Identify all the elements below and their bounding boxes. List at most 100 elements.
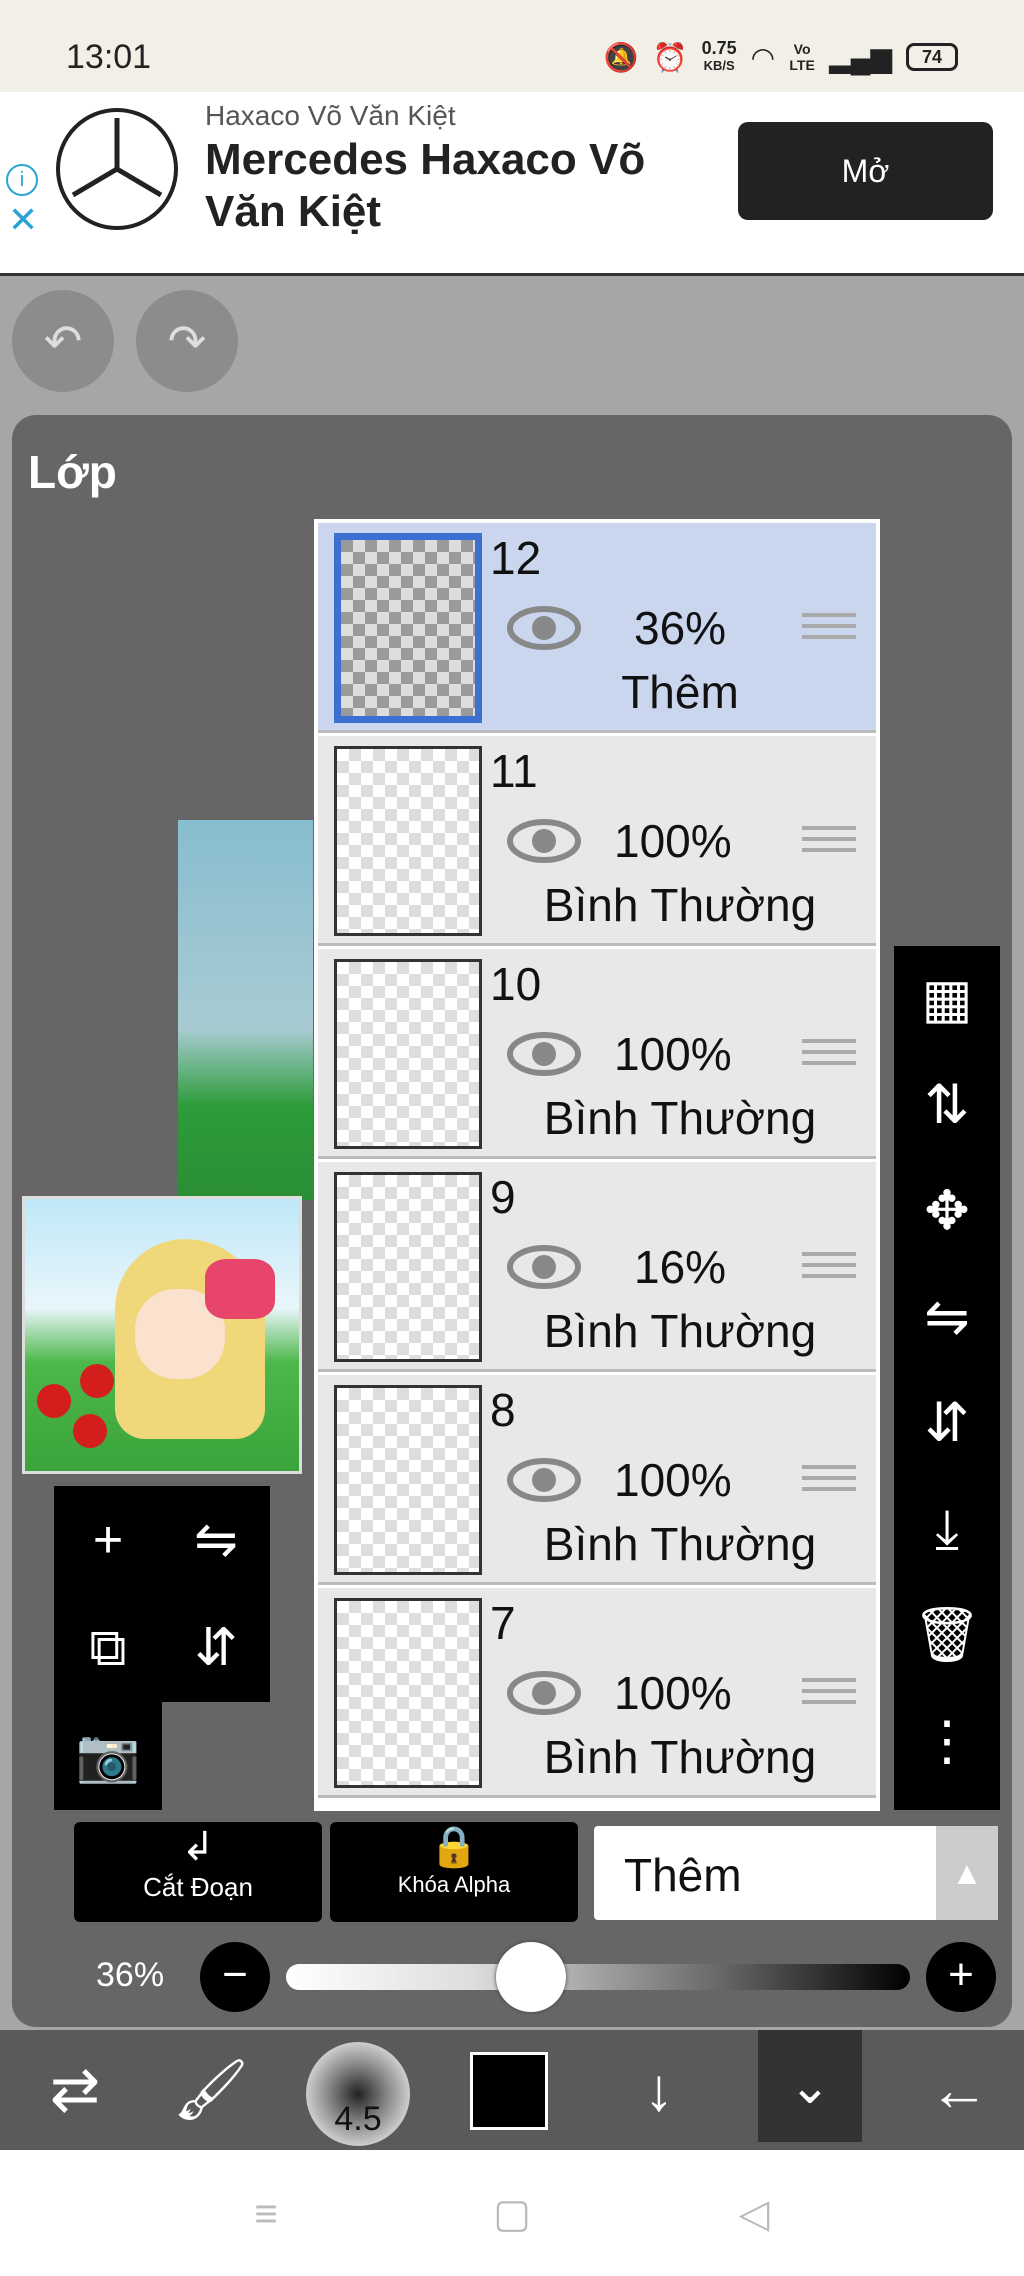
swap-layers-icon[interactable]: ⇅ (894, 1052, 1000, 1158)
close-icon[interactable]: ✕ (8, 202, 38, 238)
ad-banner[interactable]: i ✕ Haxaco Võ Văn Kiệt Mercedes Haxaco V… (0, 92, 1024, 276)
layer-blend-mode: Bình Thường (543, 1518, 817, 1570)
layer-row[interactable]: 10 100% Bình Thường (318, 949, 876, 1159)
arrow-down-icon[interactable]: ↓ (584, 2030, 734, 2150)
panel-title: Lớp (28, 446, 117, 498)
status-bar: 13:01 🔕 ⏰ 0.75 KB/S ◠ Vo LTE ▂▄▆ 74 (0, 0, 1024, 92)
bottom-toolbar: ⇄ 🖌 4.5 ↓ ⌄ ← (0, 2030, 1024, 2150)
layer-number: 10 (490, 958, 542, 1010)
opacity-decrease-button[interactable]: − (200, 1942, 270, 2012)
layer-thumbnail (334, 533, 482, 723)
blend-mode-value: Thêm (624, 1849, 742, 1901)
layer-number: 11 (490, 745, 538, 797)
info-icon[interactable]: i (6, 164, 38, 196)
more-vertical-icon[interactable]: ⋮ (894, 1688, 1000, 1794)
layer-thumbnail (334, 1172, 482, 1362)
eye-icon[interactable] (506, 1244, 582, 1290)
triangle-up-icon[interactable]: ▲ (936, 1826, 998, 1920)
alpha-lock-label: Khóa Alpha (397, 1872, 511, 1897)
menu-icon[interactable]: ≡ (236, 2190, 296, 2238)
wifi-icon: ◠ (750, 41, 776, 73)
layer-blend-mode: Bình Thường (543, 1731, 817, 1783)
layer-blend-mode: Bình Thường (543, 879, 817, 931)
drag-handle-icon[interactable] (802, 613, 856, 653)
layer-blend-mode: Bình Thường (543, 1305, 817, 1357)
tool-switch-icon[interactable]: ⇄ (0, 2030, 150, 2150)
layer-row[interactable]: 8 100% Bình Thường (318, 1375, 876, 1585)
opacity-slider[interactable] (286, 1964, 910, 1990)
eye-icon[interactable] (506, 1670, 582, 1716)
flip-horizontal-button[interactable]: ⇋ (162, 1486, 270, 1594)
undo-icon: ↶ (43, 315, 83, 367)
layer-row[interactable]: 9 16% Bình Thường (318, 1162, 876, 1372)
eye-icon[interactable] (506, 1031, 582, 1077)
alpha-lock-button[interactable]: 🔒 Khóa Alpha (330, 1822, 578, 1922)
layer-number: 7 (490, 1597, 516, 1649)
merge-down-icon[interactable]: ⤓ (894, 1476, 1000, 1582)
layer-tools: + ⇋ ⧉ ⇵ 📷 (54, 1486, 270, 1810)
trash-icon[interactable]: 🗑 (894, 1582, 1000, 1688)
eye-icon[interactable] (506, 605, 582, 651)
add-layer-button[interactable]: + (54, 1486, 162, 1594)
alarm-icon: ⏰ (652, 41, 688, 73)
ad-headline[interactable]: Mercedes Haxaco Võ Văn Kiệt (205, 134, 705, 238)
canvas-preview[interactable] (22, 1196, 302, 1474)
layer-thumbnail (334, 959, 482, 1149)
layer-opacity: 100% (614, 1667, 732, 1719)
redo-icon: ↷ (167, 315, 207, 367)
camera-button[interactable]: 📷 (54, 1702, 162, 1810)
status-icons: 🔕 ⏰ 0.75 KB/S ◠ Vo LTE ▂▄▆ 74 (604, 38, 958, 74)
layers-button[interactable]: ⌄ (758, 2030, 862, 2142)
signal-icon: ▂▄▆ (829, 41, 892, 73)
layer-number: 8 (490, 1384, 516, 1436)
brush-size-button[interactable]: 4.5 (306, 2042, 410, 2146)
net-speed-value: 0.75 (701, 38, 737, 58)
back-arrow-icon[interactable]: ← (884, 2030, 1024, 2150)
layer-opacity: 100% (614, 815, 732, 867)
move-icon[interactable]: ✥ (894, 1158, 1000, 1264)
layer-row[interactable]: 11 100% Bình Thường (318, 736, 876, 946)
layer-blend-mode: Thêm (621, 666, 739, 718)
back-triangle-icon[interactable]: ◁ (724, 2190, 784, 2238)
flip-horizontal-icon: ⇋ (194, 1511, 238, 1569)
opacity-slider-handle[interactable] (495, 1942, 566, 2012)
color-swatch[interactable] (470, 2052, 548, 2130)
home-square-icon[interactable]: ▢ (482, 2190, 542, 2238)
drag-handle-icon[interactable] (802, 1678, 856, 1718)
opacity-increase-button[interactable]: + (926, 1942, 996, 2012)
opacity-readout: 36% (96, 1956, 165, 1994)
layer-row[interactable]: 7 100% Bình Thường (318, 1588, 876, 1798)
blend-mode-select[interactable]: Thêm ▲ (594, 1826, 998, 1920)
ad-open-button[interactable]: Mở (738, 122, 993, 220)
flip-vertical-icon[interactable]: ⇵ (894, 1370, 1000, 1476)
lock-icon: 🔒 (429, 1825, 479, 1869)
plus-icon: + (948, 1950, 974, 1999)
flip-vertical-icon: ⇵ (194, 1619, 238, 1677)
drag-handle-icon[interactable] (802, 1252, 856, 1292)
drag-handle-icon[interactable] (802, 1465, 856, 1505)
clipping-button[interactable]: ↲ Cắt Đoạn (74, 1822, 322, 1922)
layer-thumbnail (334, 1385, 482, 1575)
flip-vertical-button[interactable]: ⇵ (162, 1594, 270, 1702)
drag-handle-icon[interactable] (802, 1039, 856, 1079)
battery-indicator: 74 (906, 43, 958, 71)
drag-handle-icon[interactable] (802, 826, 856, 866)
flip-horizontal-icon[interactable]: ⇋ (894, 1264, 1000, 1370)
clock: 13:01 (66, 38, 152, 76)
brush-icon[interactable]: 🖌 (136, 2030, 286, 2150)
eye-icon[interactable] (506, 818, 582, 864)
redo-button[interactable]: ↷ (136, 290, 238, 392)
transparency-icon[interactable]: ▦ (894, 946, 1000, 1052)
chevron-down-double-icon: ⌄ (789, 2058, 831, 2114)
duplicate-layer-button[interactable]: ⧉ (54, 1594, 162, 1702)
brush-size-value: 4.5 (334, 2100, 382, 2138)
eye-icon[interactable] (506, 1457, 582, 1503)
net-speed-unit: KB/S (703, 58, 735, 73)
camera-icon: 📷 (75, 1727, 141, 1785)
undo-button[interactable]: ↶ (12, 290, 114, 392)
layer-row[interactable]: 12 36% Thêm (318, 523, 876, 733)
system-nav-bar: ≡ ▢ ◁ (0, 2150, 1024, 2276)
layer-blend-mode: Bình Thường (543, 1092, 817, 1144)
net-speed: 0.75 KB/S (701, 38, 737, 74)
layer-list[interactable]: 12 36% Thêm 11 100% Bình Thường 10 100% … (314, 519, 880, 1811)
